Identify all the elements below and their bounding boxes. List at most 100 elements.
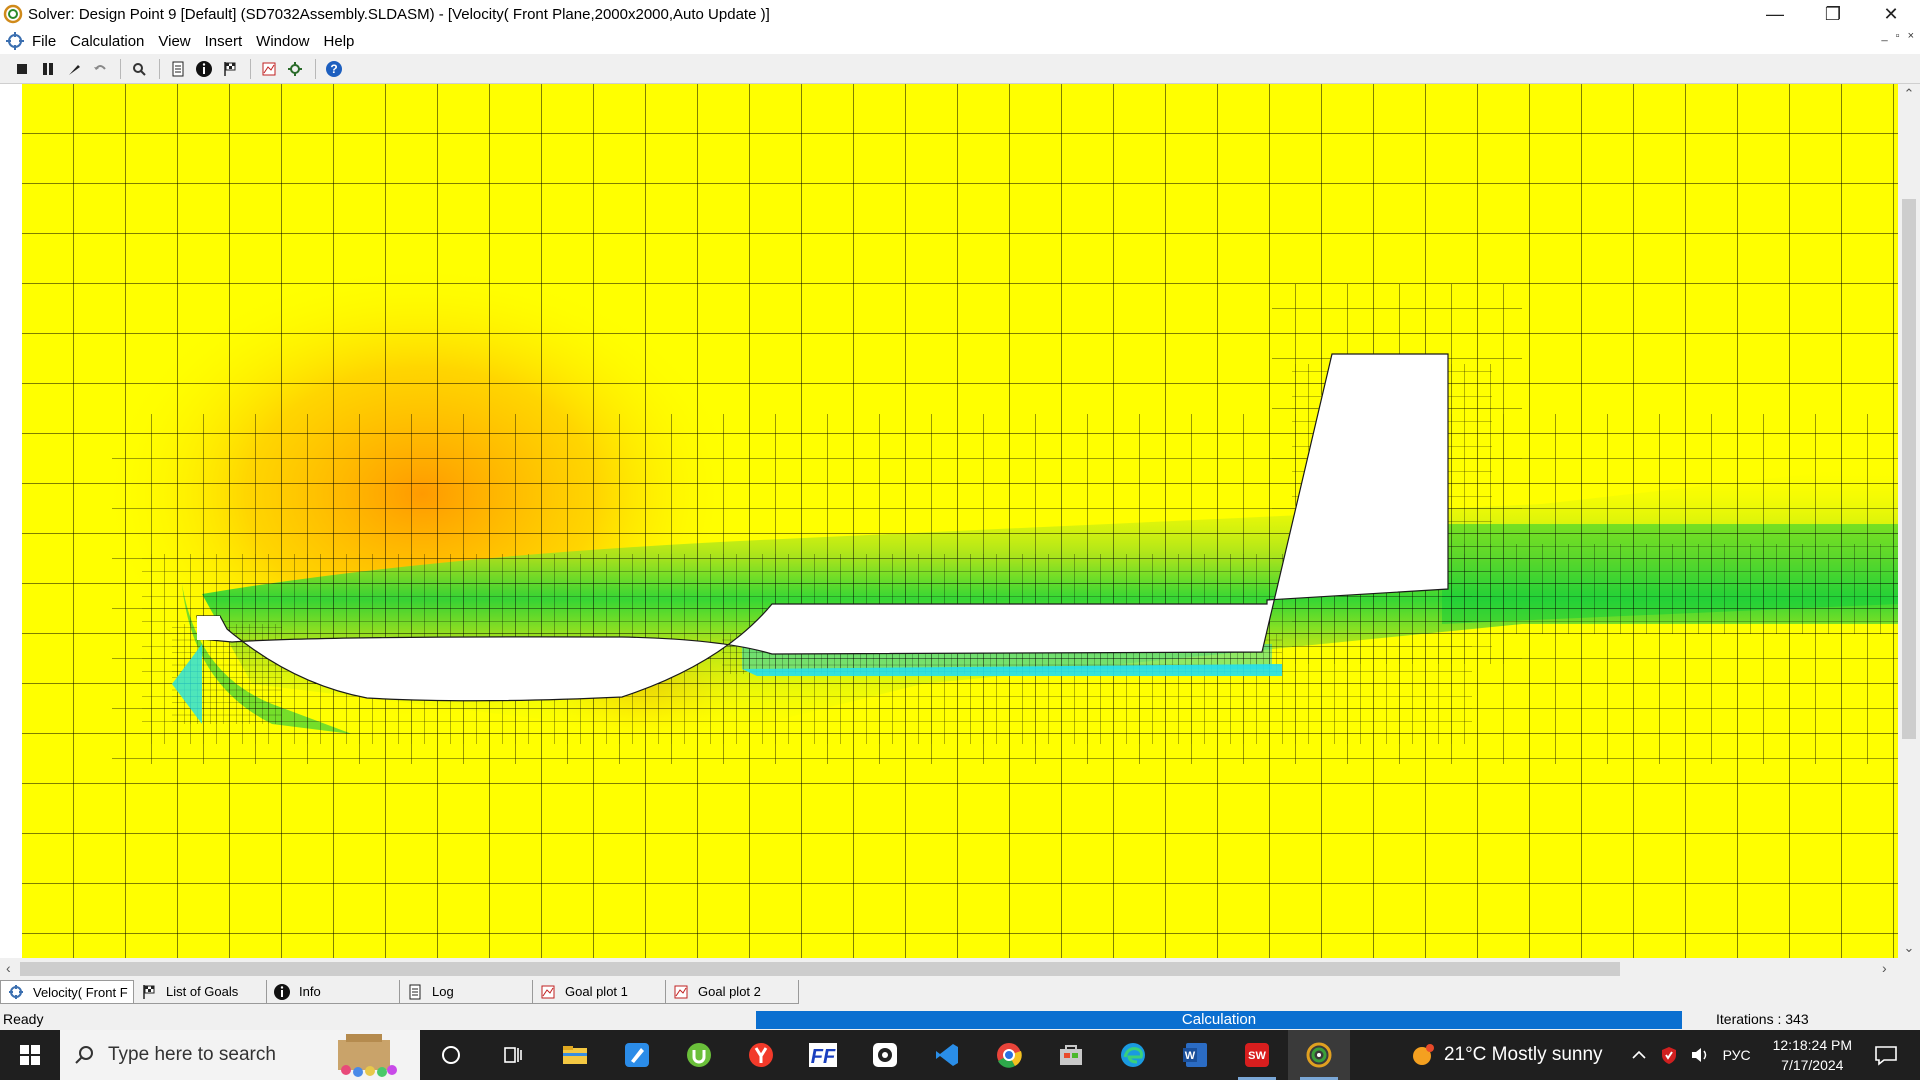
- probe-icon[interactable]: [62, 57, 86, 81]
- tab-label: List of Goals: [166, 984, 239, 999]
- menu-insert[interactable]: Insert: [205, 33, 243, 50]
- pause-icon[interactable]: [36, 57, 60, 81]
- language-indicator[interactable]: РУС: [1723, 1047, 1751, 1063]
- tab-log[interactable]: Log: [400, 980, 533, 1004]
- notifications-icon[interactable]: [1874, 1044, 1898, 1066]
- stop-icon[interactable]: [10, 57, 34, 81]
- far-manager-icon[interactable]: FF: [792, 1030, 854, 1080]
- mdi-close-button[interactable]: ×: [1908, 30, 1914, 42]
- edge-icon[interactable]: [1102, 1030, 1164, 1080]
- menu-help[interactable]: Help: [324, 33, 355, 50]
- search-placeholder: Type here to search: [108, 1044, 276, 1065]
- scroll-down-icon[interactable]: ⌄: [1898, 940, 1920, 956]
- goals-icon: [140, 983, 158, 1001]
- tab-label: Goal plot 1: [565, 984, 628, 999]
- tab-list-of-goals[interactable]: List of Goals: [134, 980, 267, 1004]
- tab-info[interactable]: Info: [267, 980, 400, 1004]
- search-highlight-icon: [338, 1034, 397, 1077]
- menu-bar: File Calculation View Insert Window Help: [0, 28, 1920, 54]
- menu-file[interactable]: File: [32, 33, 56, 50]
- toolbar-separator: [120, 58, 121, 79]
- goals-icon[interactable]: [218, 57, 242, 81]
- scroll-left-icon[interactable]: ‹: [6, 960, 11, 976]
- info-icon[interactable]: [192, 57, 216, 81]
- solver-menu-icon[interactable]: [4, 30, 26, 52]
- restore-button[interactable]: ❐: [1804, 0, 1862, 28]
- scroll-right-icon[interactable]: ›: [1882, 960, 1887, 976]
- tab-label: Info: [299, 984, 321, 999]
- antivirus-tray-icon[interactable]: [1659, 1045, 1679, 1065]
- vscode-icon[interactable]: [916, 1030, 978, 1080]
- close-button[interactable]: ✕: [1862, 0, 1920, 28]
- info-icon: [273, 983, 291, 1001]
- window-title: Solver: Design Point 9 [Default] (SD7032…: [28, 5, 770, 23]
- horizontal-scroll-thumb[interactable]: [20, 962, 1620, 976]
- clock-date: 7/17/2024: [1781, 1057, 1844, 1073]
- log-icon: [406, 983, 424, 1001]
- svg-text:SW: SW: [1248, 1050, 1266, 1062]
- document-tabs: Velocity( Front F List of Goals Info Log…: [0, 980, 1920, 1006]
- store-icon[interactable]: [1040, 1030, 1102, 1080]
- taskbar-search-box[interactable]: Type here to search: [60, 1030, 420, 1080]
- goal-plot-icon[interactable]: [257, 57, 281, 81]
- start-button[interactable]: [0, 1030, 60, 1080]
- settings-icon[interactable]: [283, 57, 307, 81]
- velocity-plot-viewport[interactable]: [0, 84, 1920, 958]
- yandex-browser-icon[interactable]: [730, 1030, 792, 1080]
- solver-app-icon: [3, 4, 23, 24]
- menu-calculation[interactable]: Calculation: [70, 33, 144, 50]
- system-tray: 21°C Mostly sunny РУС 12:18:24 PM 7/17/2…: [1410, 1030, 1920, 1080]
- status-bar: Ready Calculation Iterations : 343: [0, 1008, 1920, 1030]
- title-bar: Solver: Design Point 9 [Default] (SD7032…: [0, 0, 1920, 28]
- help-icon[interactable]: ?: [322, 57, 346, 81]
- goal-plot-icon: [672, 983, 690, 1001]
- cortana-icon[interactable]: [420, 1030, 482, 1080]
- toolbar: ?: [0, 54, 1920, 84]
- velocity-contour-plot[interactable]: [22, 84, 1898, 958]
- vertical-scroll-thumb[interactable]: [1902, 199, 1916, 739]
- windows-logo-icon: [20, 1045, 40, 1065]
- mdi-minimize-button[interactable]: _: [1882, 30, 1888, 42]
- obs-icon[interactable]: [854, 1030, 916, 1080]
- mdi-controls: _ ▫ ×: [1882, 30, 1914, 42]
- menu-window[interactable]: Window: [256, 33, 309, 50]
- vertical-scrollbar[interactable]: ⌃ ⌄: [1898, 84, 1920, 958]
- task-view-icon[interactable]: [482, 1030, 544, 1080]
- clock-time: 12:18:24 PM: [1772, 1037, 1852, 1053]
- file-explorer-icon[interactable]: [544, 1030, 606, 1080]
- toolbar-separator: [315, 58, 316, 79]
- solver-icon: [7, 983, 25, 1001]
- weather-sun-icon: [1412, 1044, 1434, 1065]
- sketch-app-icon[interactable]: [606, 1030, 668, 1080]
- search-icon: [75, 1046, 93, 1064]
- undo-icon[interactable]: [88, 57, 112, 81]
- chrome-icon[interactable]: [978, 1030, 1040, 1080]
- menu-view[interactable]: View: [158, 33, 190, 50]
- chevron-up-icon[interactable]: [1629, 1045, 1649, 1065]
- mdi-restore-button[interactable]: ▫: [1896, 30, 1900, 42]
- tab-label: Velocity( Front F: [33, 984, 128, 1000]
- goal-plot-icon: [539, 983, 557, 1001]
- scroll-up-icon[interactable]: ⌃: [1898, 86, 1920, 102]
- file-info-icon[interactable]: [166, 57, 190, 81]
- tab-velocity[interactable]: Velocity( Front F: [0, 980, 134, 1004]
- windows-taskbar: Type here to search FF W SW 21°C Mostly …: [0, 1030, 1920, 1080]
- toolbar-separator: [159, 58, 160, 79]
- iterations-count: Iterations : 343: [1716, 1011, 1809, 1027]
- flow-simulation-icon[interactable]: [1288, 1030, 1350, 1080]
- taskbar-clock[interactable]: 12:18:24 PM 7/17/2024: [1773, 1035, 1852, 1075]
- status-ready: Ready: [3, 1011, 44, 1027]
- solidworks-icon[interactable]: SW: [1226, 1030, 1288, 1080]
- word-icon[interactable]: W: [1164, 1030, 1226, 1080]
- zoom-icon[interactable]: [127, 57, 151, 81]
- tab-label: Goal plot 2: [698, 984, 761, 999]
- utorrent-icon[interactable]: [668, 1030, 730, 1080]
- horizontal-scrollbar[interactable]: ‹ ›: [0, 958, 1920, 980]
- calculation-progress-bar: Calculation: [756, 1011, 1682, 1029]
- volume-icon[interactable]: [1689, 1045, 1711, 1065]
- minimize-button[interactable]: —: [1746, 0, 1804, 28]
- weather-widget[interactable]: 21°C Mostly sunny: [1410, 1042, 1603, 1068]
- tab-goal-plot-2[interactable]: Goal plot 2: [666, 980, 799, 1004]
- svg-text:W: W: [1185, 1050, 1196, 1062]
- tab-goal-plot-1[interactable]: Goal plot 1: [533, 980, 666, 1004]
